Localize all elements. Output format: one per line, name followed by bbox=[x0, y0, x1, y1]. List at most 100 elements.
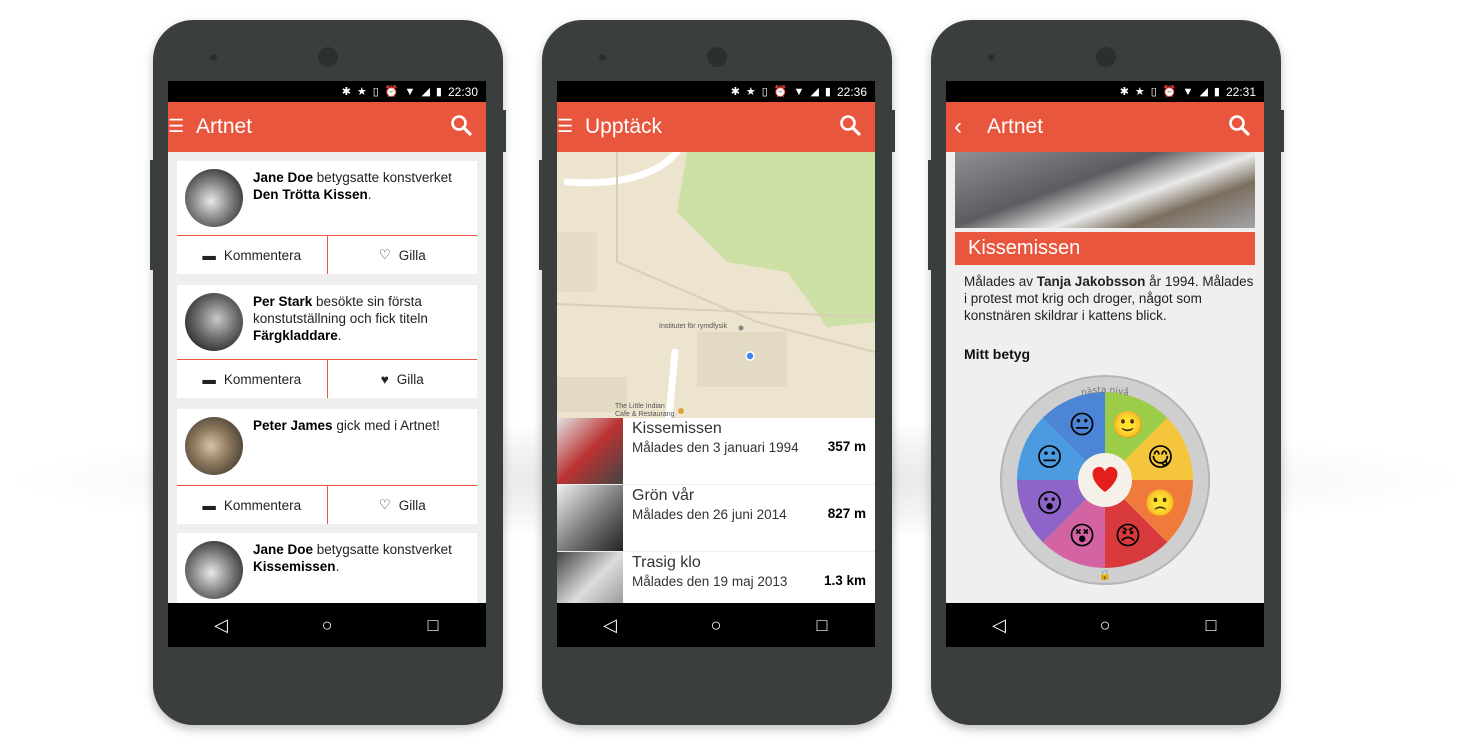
like-button[interactable]: ♡ Gilla bbox=[326, 236, 478, 274]
artwork-thumbnail bbox=[557, 418, 623, 484]
camera bbox=[1096, 47, 1116, 67]
heart-outline-icon: ♡ bbox=[378, 497, 391, 512]
list-item-subtitle: Målades den 26 juni 2014 bbox=[632, 507, 787, 522]
speaker bbox=[988, 54, 995, 61]
artwork-image[interactable] bbox=[955, 152, 1255, 228]
comment-icon: ▬ bbox=[202, 371, 216, 387]
feed-card: Per Stark besökte sin första konstutstäl… bbox=[177, 285, 477, 398]
screen: ✱ ★ ▯ ⏰ ▼ ◢ ▮ 22:31 ‹ Artnet Kissemissen… bbox=[946, 81, 1264, 647]
search-icon[interactable] bbox=[839, 114, 861, 136]
angry-face-icon[interactable]: 😠 bbox=[1114, 521, 1141, 551]
feed-text: Peter James gick med i Artnet! bbox=[253, 418, 440, 433]
menu-icon[interactable]: ☰ bbox=[168, 116, 184, 137]
comment-button[interactable]: ▬ Kommentera bbox=[177, 236, 327, 274]
search-icon[interactable] bbox=[1228, 114, 1250, 136]
star-icon: ★ bbox=[1134, 86, 1145, 98]
map-poi-label: Institutet för rymdfysik bbox=[659, 323, 728, 330]
back-nav-icon[interactable]: ◁ bbox=[580, 615, 640, 636]
signal-icon: ◢ bbox=[810, 86, 819, 98]
back-arrow-icon[interactable]: ‹ bbox=[954, 113, 962, 141]
power-button bbox=[1280, 110, 1284, 152]
vibrate-icon: ▯ bbox=[761, 86, 768, 98]
dizzy-face-icon[interactable]: 😵 bbox=[1068, 521, 1095, 551]
avatar[interactable] bbox=[185, 417, 243, 475]
vibrate-icon: ▯ bbox=[1150, 86, 1157, 98]
recents-nav-icon[interactable]: □ bbox=[403, 615, 463, 636]
feed-card: Jane Doe betygsatte konstverket Den Tröt… bbox=[177, 161, 477, 274]
wifi-icon: ▼ bbox=[404, 85, 416, 98]
nav-bar: ◁ ○ □ bbox=[557, 603, 875, 647]
volume-button bbox=[928, 160, 932, 270]
app-bar: ‹ Artnet bbox=[946, 102, 1264, 152]
avatar[interactable] bbox=[185, 293, 243, 351]
home-nav-icon[interactable]: ○ bbox=[686, 615, 746, 636]
phone-artwork-detail: ✱ ★ ▯ ⏰ ▼ ◢ ▮ 22:31 ‹ Artnet Kissemissen… bbox=[928, 20, 1284, 725]
feed-card: Jane Doe betygsatte konstverket Kissemis… bbox=[177, 533, 477, 607]
phone-feed: ✱ ★ ▯ ⏰ ▼ ◢ ▮ 22:30 ☰ Artnet Jane Doe be… bbox=[150, 20, 506, 725]
speaker bbox=[210, 54, 217, 61]
app-bar: ☰ Artnet bbox=[168, 102, 486, 152]
app-title: Artnet bbox=[196, 115, 253, 138]
shocked-face-icon[interactable]: 😮 bbox=[1036, 489, 1063, 519]
sad-face-icon[interactable]: 🙁 bbox=[1144, 489, 1176, 519]
home-nav-icon[interactable]: ○ bbox=[1075, 615, 1135, 636]
menu-icon[interactable]: ☰ bbox=[557, 116, 573, 137]
list-item-distance: 357 m bbox=[827, 439, 866, 454]
list-item-title: Kissemissen bbox=[632, 420, 722, 437]
star-icon: ★ bbox=[745, 86, 756, 98]
feed-text: Per Stark besökte sin första konstutstäl… bbox=[253, 294, 428, 343]
alarm-icon: ⏰ bbox=[773, 86, 788, 98]
search-icon[interactable] bbox=[450, 114, 472, 136]
home-nav-icon[interactable]: ○ bbox=[297, 615, 357, 636]
list-item[interactable]: Grön vår Målades den 26 juni 2014 827 m bbox=[557, 485, 875, 552]
neutral-face-icon[interactable]: 😐 bbox=[1068, 411, 1095, 441]
signal-icon: ◢ bbox=[1199, 86, 1208, 98]
artwork-title: Kissemissen bbox=[955, 232, 1255, 265]
bluetooth-icon: ✱ bbox=[730, 86, 740, 98]
list-item[interactable]: Kissemissen Målades den 3 januari 1994 3… bbox=[557, 418, 875, 485]
speaker bbox=[599, 54, 606, 61]
recents-nav-icon[interactable]: □ bbox=[1181, 615, 1241, 636]
volume-button bbox=[539, 160, 543, 270]
map-view[interactable]: Institutet för rymdfysik The Little Indi… bbox=[557, 152, 875, 418]
status-bar: ✱ ★ ▯ ⏰ ▼ ◢ ▮ 22:31 bbox=[946, 81, 1264, 102]
back-nav-icon[interactable]: ◁ bbox=[191, 615, 251, 636]
recents-nav-icon[interactable]: □ bbox=[792, 615, 852, 636]
camera bbox=[318, 47, 338, 67]
list-item-distance: 1.3 km bbox=[823, 573, 866, 588]
artwork-list: Kissemissen Målades den 3 januari 1994 3… bbox=[557, 418, 875, 619]
power-button bbox=[502, 110, 506, 152]
heart-outline-icon: ♡ bbox=[378, 247, 391, 262]
feed-text: Jane Doe betygsatte konstverket Den Tröt… bbox=[253, 170, 452, 202]
wifi-icon: ▼ bbox=[1182, 85, 1194, 98]
battery-icon: ▮ bbox=[1213, 86, 1220, 98]
avatar[interactable] bbox=[185, 541, 243, 599]
comment-button[interactable]: ▬ Kommentera bbox=[177, 486, 327, 524]
status-time: 22:31 bbox=[1225, 84, 1256, 99]
alarm-icon: ⏰ bbox=[1162, 86, 1177, 98]
list-item-distance: 827 m bbox=[827, 506, 866, 521]
alarm-icon: ⏰ bbox=[384, 86, 399, 98]
app-bar: ☰ Upptäck bbox=[557, 102, 875, 152]
battery-icon: ▮ bbox=[435, 86, 442, 98]
list-item-title: Trasig klo bbox=[632, 554, 701, 571]
avatar[interactable] bbox=[185, 169, 243, 227]
screen: ✱ ★ ▯ ⏰ ▼ ◢ ▮ 22:30 ☰ Artnet Jane Doe be… bbox=[168, 81, 486, 647]
neutral-face-icon[interactable]: 😐 bbox=[1036, 443, 1063, 473]
artwork-description: Målades av Tanja Jakobsson år 1994. Måla… bbox=[964, 274, 1254, 323]
wifi-icon: ▼ bbox=[793, 85, 805, 98]
playful-face-icon[interactable]: 😋 bbox=[1147, 443, 1174, 473]
signal-icon: ◢ bbox=[421, 86, 430, 98]
list-item-subtitle: Målades den 19 maj 2013 bbox=[632, 574, 788, 589]
status-bar: ✱ ★ ▯ ⏰ ▼ ◢ ▮ 22:30 bbox=[168, 81, 486, 102]
back-nav-icon[interactable]: ◁ bbox=[969, 615, 1029, 636]
like-button[interactable]: ♥ Gilla bbox=[326, 360, 478, 398]
bluetooth-icon: ✱ bbox=[341, 86, 351, 98]
comment-icon: ▬ bbox=[202, 497, 216, 513]
happy-face-icon[interactable]: 🙂 bbox=[1112, 411, 1144, 441]
rating-wheel[interactable]: nästa nivå 🙂 😋 🙁 😠 😵 😮 😐 😐 🔒 bbox=[999, 374, 1211, 586]
battery-icon: ▮ bbox=[824, 86, 831, 98]
comment-button[interactable]: ▬ Kommentera bbox=[177, 360, 327, 398]
like-button[interactable]: ♡ Gilla bbox=[326, 486, 478, 524]
map-poi-label: The Little Indian bbox=[615, 403, 665, 410]
